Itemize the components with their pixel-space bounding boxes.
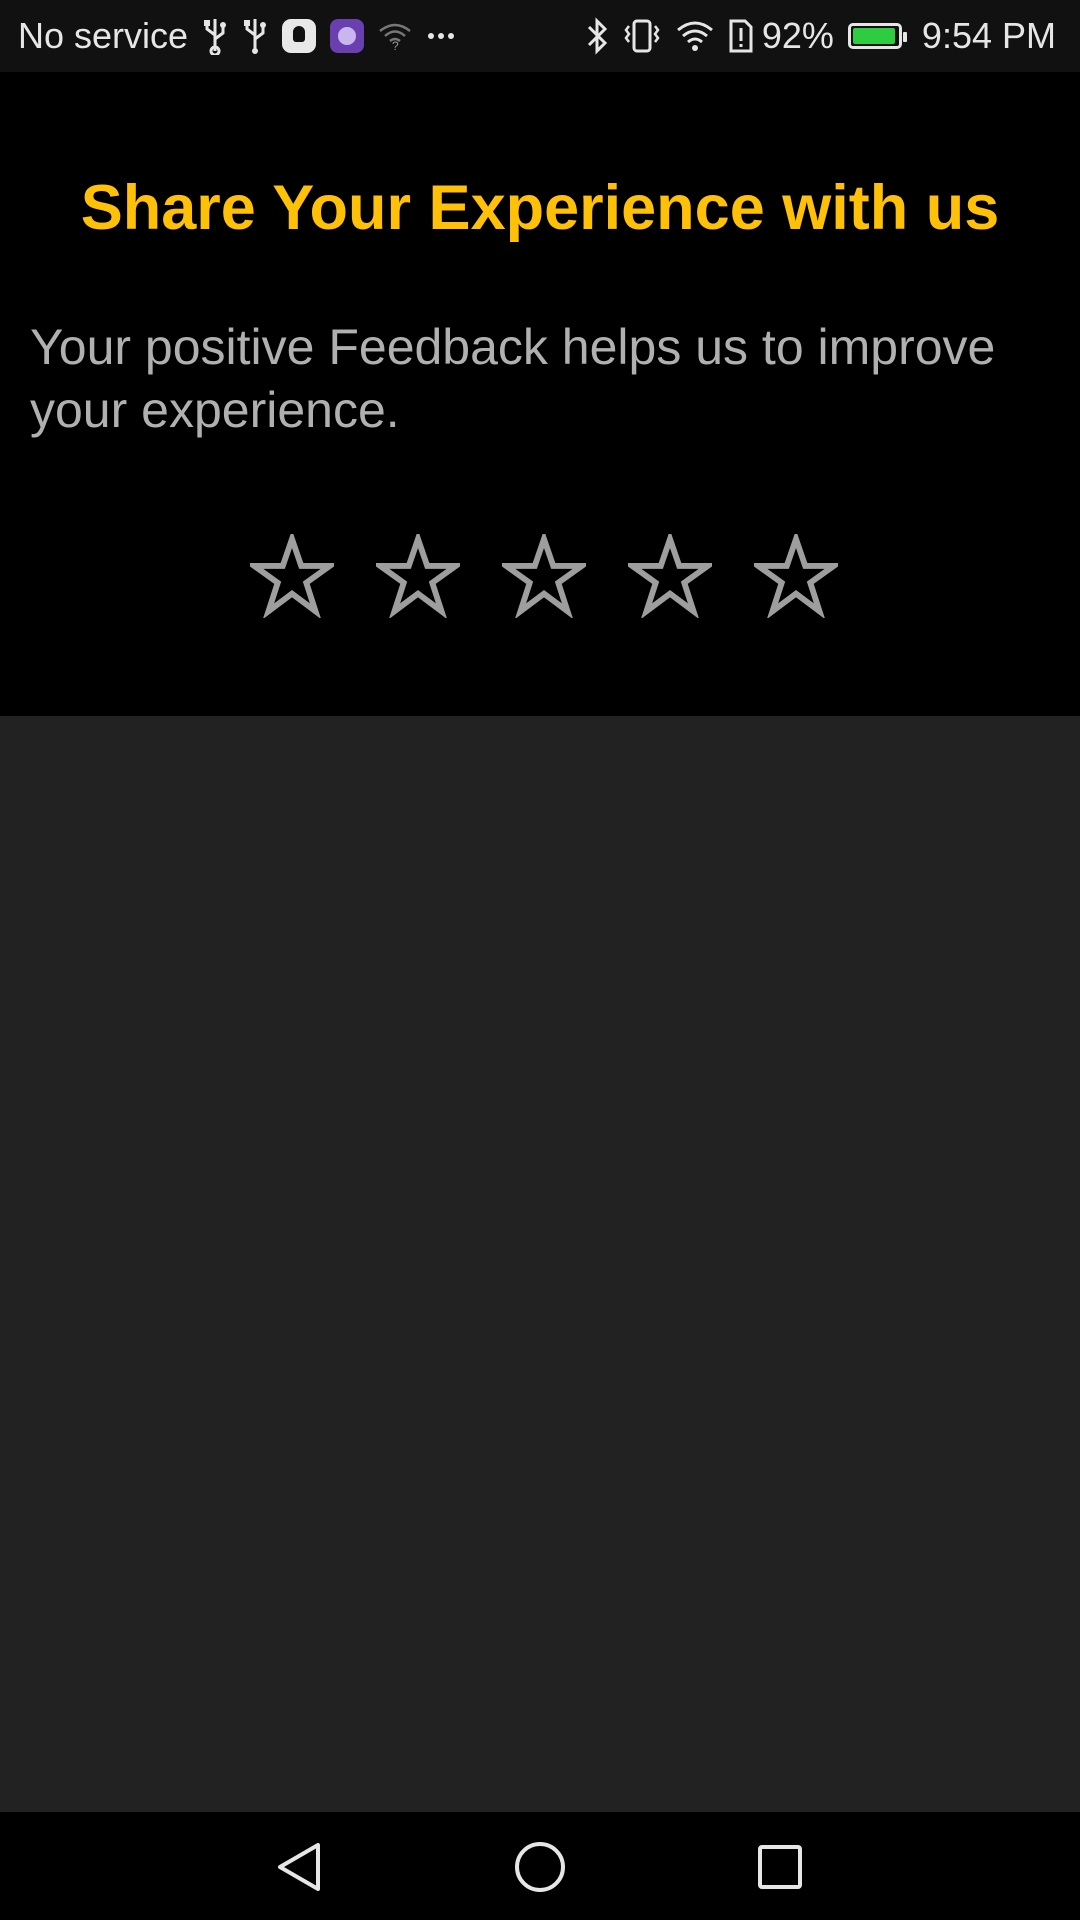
back-icon — [278, 1843, 320, 1891]
page-title: Share Your Experience with us — [80, 173, 1000, 243]
wifi-question-icon: ? — [378, 21, 412, 51]
status-bar: No service ? 92% 9:54 PM — [0, 0, 1080, 72]
status-bar-right: 92% 9:54 PM — [572, 0, 1056, 72]
recents-icon — [758, 1845, 802, 1889]
home-button[interactable] — [505, 1832, 575, 1902]
wifi-icon — [676, 20, 714, 52]
svg-text:?: ? — [392, 39, 399, 51]
bluetooth-icon — [586, 17, 608, 55]
sim-alert-icon — [728, 18, 754, 54]
battery-fill — [852, 28, 895, 44]
purple-app-icon — [330, 19, 365, 53]
notification-app-icon — [282, 19, 317, 53]
battery-percent-text: 92% — [761, 15, 834, 56]
feedback-panel: Share Your Experience with us Your posit… — [0, 72, 1080, 716]
recents-button[interactable] — [745, 1832, 815, 1902]
battery-charging-icon — [847, 23, 907, 49]
navigation-bar — [0, 1812, 1080, 1920]
vibrate-icon — [622, 17, 662, 55]
empty-content-area — [0, 716, 1080, 1812]
back-button[interactable] — [265, 1832, 335, 1902]
feedback-subtitle: Your positive Feedback helps us to impro… — [30, 319, 996, 438]
usb-icon — [242, 17, 268, 55]
star-5-icon[interactable] — [754, 534, 838, 618]
star-rating — [250, 534, 838, 618]
clock-text: 9:54 PM — [921, 15, 1056, 56]
star-3-icon[interactable] — [502, 534, 586, 618]
star-4-icon[interactable] — [628, 534, 712, 618]
home-icon — [515, 1842, 565, 1892]
star-2-icon[interactable] — [376, 534, 460, 618]
status-bar-left: No service ? — [18, 0, 456, 72]
usb-icon — [202, 17, 228, 55]
star-1-icon[interactable] — [250, 534, 334, 618]
more-dots-icon — [426, 31, 456, 41]
carrier-text: No service — [18, 15, 189, 56]
